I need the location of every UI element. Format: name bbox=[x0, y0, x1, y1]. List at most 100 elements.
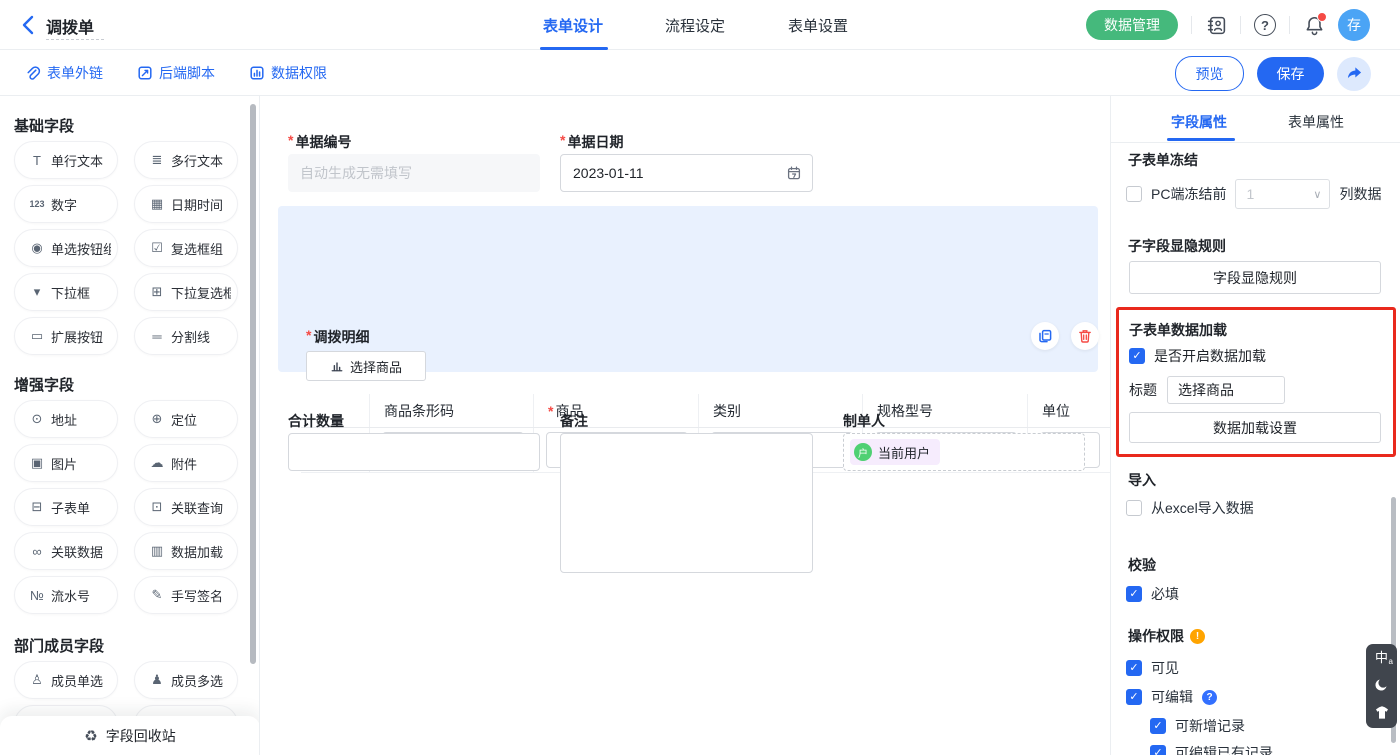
data-load-settings-button[interactable]: 数据加载设置 bbox=[1129, 412, 1381, 443]
remark-label: 备注 bbox=[560, 411, 588, 431]
share-icon bbox=[1346, 65, 1363, 82]
shirt-icon bbox=[1374, 705, 1390, 721]
select-goods-button[interactable]: 选择商品 bbox=[306, 351, 426, 381]
edit-record-checkbox[interactable] bbox=[1150, 745, 1166, 755]
delete-field-button[interactable] bbox=[1071, 322, 1099, 350]
remark-textarea[interactable] bbox=[560, 433, 813, 573]
field-pill-member-multi[interactable]: ♟成员多选 bbox=[134, 661, 238, 699]
form-external-link[interactable]: 表单外链 bbox=[25, 63, 103, 83]
dark-mode-toggle[interactable] bbox=[1374, 677, 1389, 692]
total-qty-input[interactable] bbox=[288, 433, 540, 471]
divider bbox=[1240, 16, 1241, 34]
sidebar-scrollbar[interactable] bbox=[250, 104, 256, 664]
visible-checkbox[interactable] bbox=[1126, 660, 1142, 676]
preview-button[interactable]: 预览 bbox=[1175, 56, 1244, 91]
extend-button-icon: ▭ bbox=[28, 328, 46, 344]
section-enhanced-fields: 增强字段 ⊙地址 ⊕定位 ▣图片 ☁附件 ⊟子表单 ⊡关联查询 ∞关联数据 ▥数… bbox=[14, 374, 246, 614]
field-pill-related-data[interactable]: ∞关联数据 bbox=[14, 532, 118, 570]
field-pill-multi-dropdown[interactable]: ⊞下拉复选框 bbox=[134, 273, 238, 311]
field-pill-location[interactable]: ⊕定位 bbox=[134, 400, 238, 438]
serial-number-icon: № bbox=[28, 588, 46, 603]
field-pill-divider-line[interactable]: ═分割线 bbox=[134, 317, 238, 355]
total-qty-label: 合计数量 bbox=[288, 411, 344, 431]
display-rule-button[interactable]: 字段显隐规则 bbox=[1129, 261, 1381, 294]
field-pill-checkbox-group[interactable]: ☑复选框组 bbox=[134, 229, 238, 267]
pill-grid: ⊙地址 ⊕定位 ▣图片 ☁附件 ⊟子表单 ⊡关联查询 ∞关联数据 ▥数据加载 №… bbox=[14, 400, 246, 614]
field-pill-extend-button[interactable]: ▭扩展按钮 bbox=[14, 317, 118, 355]
divider bbox=[1289, 16, 1290, 34]
freeze-section-title: 子表单冻结 bbox=[1128, 150, 1198, 170]
chevron-down-icon: ∨ bbox=[1313, 188, 1321, 201]
excel-import-checkbox[interactable] bbox=[1126, 500, 1142, 516]
add-record-row: 可新增记录 bbox=[1150, 716, 1245, 736]
tab-form-design[interactable]: 表单设计 bbox=[543, 15, 603, 36]
field-pill-address[interactable]: ⊙地址 bbox=[14, 400, 118, 438]
field-pill-radio-group[interactable]: ◉单选按钮组 bbox=[14, 229, 118, 267]
required-checkbox[interactable] bbox=[1126, 586, 1142, 602]
member-multi-icon: ♟ bbox=[148, 672, 166, 688]
field-pill-number[interactable]: 123数字 bbox=[14, 185, 118, 223]
notification-dot bbox=[1317, 12, 1327, 22]
active-tab-underline bbox=[540, 47, 608, 50]
related-data-icon: ∞ bbox=[28, 544, 46, 559]
field-pill-related-query[interactable]: ⊡关联查询 bbox=[134, 488, 238, 526]
tab-flow-setting[interactable]: 流程设定 bbox=[665, 15, 725, 36]
tab-form-properties[interactable]: 表单属性 bbox=[1288, 112, 1344, 132]
field-pill-dropdown[interactable]: ▾下拉框 bbox=[14, 273, 118, 311]
field-pill-attachment[interactable]: ☁附件 bbox=[134, 444, 238, 482]
field-pill-signature[interactable]: ✎手写签名 bbox=[134, 576, 238, 614]
tab-field-properties[interactable]: 字段属性 bbox=[1171, 112, 1227, 132]
field-pill-subform[interactable]: ⊟子表单 bbox=[14, 488, 118, 526]
add-record-checkbox[interactable] bbox=[1150, 718, 1166, 734]
backend-script-link[interactable]: 后端脚本 bbox=[137, 63, 215, 83]
avatar[interactable]: 存 bbox=[1338, 9, 1370, 41]
field-pill-data-load[interactable]: ▥数据加载 bbox=[134, 532, 238, 570]
subform-icon: ⊟ bbox=[28, 499, 46, 515]
single-text-icon: T bbox=[28, 153, 46, 168]
data-load-checkbox[interactable] bbox=[1129, 348, 1145, 364]
data-permission-link[interactable]: 数据权限 bbox=[249, 63, 327, 83]
theme-toggle[interactable] bbox=[1374, 705, 1390, 721]
import-row: 从excel导入数据 bbox=[1126, 498, 1254, 518]
back-icon[interactable] bbox=[20, 15, 36, 35]
share-button[interactable] bbox=[1337, 57, 1371, 91]
doc-date-input[interactable]: 2023-01-11 bbox=[560, 154, 813, 192]
warning-icon: ! bbox=[1190, 629, 1205, 644]
notification-bell-icon[interactable] bbox=[1303, 14, 1325, 36]
field-pill-serial-number[interactable]: №流水号 bbox=[14, 576, 118, 614]
visible-row: 可见 bbox=[1126, 658, 1179, 678]
moon-icon bbox=[1374, 677, 1389, 692]
permission-section-title: 操作权限 ! bbox=[1128, 626, 1205, 646]
editable-row: 可编辑 ? bbox=[1126, 687, 1217, 707]
copy-field-button[interactable] bbox=[1031, 322, 1059, 350]
doc-no-input[interactable]: 自动生成无需填写 bbox=[288, 154, 540, 192]
field-pill-multi-text[interactable]: ≣多行文本 bbox=[134, 141, 238, 179]
divider bbox=[1191, 16, 1192, 34]
form-designer-app: 调拨单 表单设计 流程设定 表单设置 数据管理 ? bbox=[0, 0, 1400, 755]
field-pill-datetime[interactable]: ▦日期时间 bbox=[134, 185, 238, 223]
field-pill-image[interactable]: ▣图片 bbox=[14, 444, 118, 482]
creator-field[interactable]: 户 当前用户 bbox=[843, 433, 1085, 471]
subform-header-row: 商品条形码 *商品 类别 规格型号 单位 bbox=[301, 394, 1110, 428]
col-category-header: 类别 bbox=[699, 394, 863, 427]
col-barcode-header: 商品条形码 bbox=[370, 394, 534, 427]
field-recycle-bin[interactable]: ♻ 字段回收站 bbox=[0, 716, 260, 755]
data-manage-button[interactable]: 数据管理 bbox=[1086, 10, 1178, 40]
highlighted-data-load-section: 子表单数据加载 是否开启数据加载 标题 选择商品 数据加载设置 bbox=[1116, 307, 1396, 457]
language-toggle[interactable]: 中 a bbox=[1375, 651, 1388, 664]
freeze-column-select[interactable]: 1 ∨ bbox=[1235, 179, 1330, 209]
field-pill-member-single[interactable]: ♙成员单选 bbox=[14, 661, 118, 699]
editable-checkbox[interactable] bbox=[1126, 689, 1142, 705]
data-load-title-input[interactable]: 选择商品 bbox=[1167, 376, 1285, 404]
trash-icon bbox=[1077, 328, 1093, 344]
tab-form-setting[interactable]: 表单设置 bbox=[788, 15, 848, 36]
contact-book-icon[interactable] bbox=[1205, 14, 1227, 36]
data-load-title-row: 标题 选择商品 bbox=[1129, 376, 1285, 404]
help-icon[interactable]: ? bbox=[1254, 14, 1276, 36]
save-button[interactable]: 保存 bbox=[1257, 57, 1324, 90]
freeze-checkbox[interactable] bbox=[1126, 186, 1142, 202]
question-icon[interactable]: ? bbox=[1202, 690, 1217, 705]
field-pill-single-text[interactable]: T单行文本 bbox=[14, 141, 118, 179]
subform-field[interactable]: *调拨明细 选择 bbox=[278, 206, 1098, 372]
member-single-icon: ♙ bbox=[28, 672, 46, 688]
